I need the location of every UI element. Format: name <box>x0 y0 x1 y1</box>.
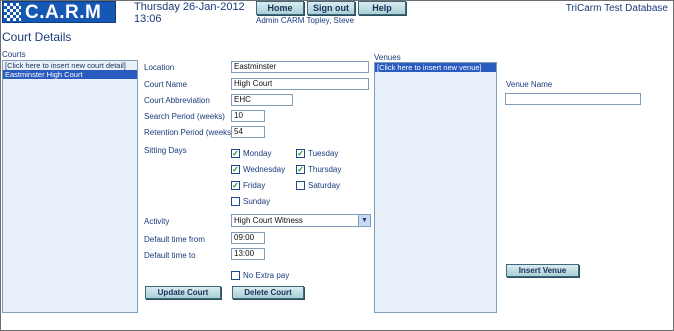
update-court-button[interactable]: Update Court <box>145 286 221 299</box>
monday-checkbox-row[interactable]: ✓ Monday <box>231 149 271 158</box>
check-icon: ✓ <box>232 164 239 174</box>
saturday-checkbox-row[interactable]: Saturday <box>296 181 340 190</box>
wednesday-checkbox-row[interactable]: ✓ Wednesday <box>231 165 285 174</box>
courts-listbox[interactable]: [Click here to insert new court detail] … <box>2 60 138 313</box>
court-name-label: Court Name <box>144 80 188 89</box>
tuesday-checkbox[interactable]: ✓ <box>296 149 305 158</box>
sitting-days-label: Sitting Days <box>144 146 187 155</box>
location-input[interactable]: Eastminster <box>231 61 369 73</box>
list-item[interactable]: [Click here to insert new court detail] <box>3 61 137 70</box>
no-extra-pay-label: No Extra pay <box>243 271 290 280</box>
activity-selected-value: High Court Witness <box>234 216 303 225</box>
logo-wordmark: C.A.R.M <box>25 2 102 23</box>
default-time-to-input[interactable]: 13:00 <box>231 248 265 260</box>
no-extra-pay-checkbox[interactable] <box>231 271 240 280</box>
insert-venue-button[interactable]: Insert Venue <box>506 264 579 277</box>
monday-label: Monday <box>243 149 272 158</box>
list-item[interactable]: Eastminster High Court <box>3 70 137 79</box>
check-icon: ✓ <box>297 164 304 174</box>
thursday-label: Thursday <box>308 165 342 174</box>
page-title: Court Details <box>2 30 72 44</box>
monday-checkbox[interactable]: ✓ <box>231 149 240 158</box>
delete-court-button[interactable]: Delete Court <box>232 286 304 299</box>
venue-name-input[interactable] <box>505 93 641 105</box>
list-item[interactable]: [Click here to insert new venue] <box>375 63 496 72</box>
wednesday-label: Wednesday <box>243 165 286 174</box>
sunday-checkbox[interactable] <box>231 197 240 206</box>
friday-label: Friday <box>243 181 266 190</box>
location-label: Location <box>144 63 175 72</box>
activity-label: Activity <box>144 217 170 226</box>
search-period-input[interactable]: 10 <box>231 110 265 122</box>
database-name: TriCarm Test Database <box>565 3 668 14</box>
thursday-checkbox[interactable]: ✓ <box>296 165 305 174</box>
carm-logo: C.A.R.M <box>2 1 116 23</box>
court-name-input[interactable]: High Court <box>231 78 369 90</box>
check-icon: ✓ <box>297 148 304 158</box>
home-button[interactable]: Home <box>256 1 304 15</box>
default-time-to-label: Default time to <box>144 251 196 260</box>
saturday-checkbox[interactable] <box>296 181 305 190</box>
thursday-checkbox-row[interactable]: ✓ Thursday <box>296 165 341 174</box>
current-time: 13:06 <box>134 13 162 25</box>
sunday-label: Sunday <box>243 197 271 206</box>
venues-listbox[interactable]: [Click here to insert new venue] <box>374 62 497 313</box>
default-time-from-input[interactable]: 09:00 <box>231 232 265 244</box>
venues-label: Venues <box>374 53 401 62</box>
court-abbreviation-label: Court Abbreviation <box>144 96 210 105</box>
venue-name-label: Venue Name <box>506 80 553 89</box>
tuesday-label: Tuesday <box>308 149 339 158</box>
check-icon: ✓ <box>232 148 239 158</box>
friday-checkbox[interactable]: ✓ <box>231 181 240 190</box>
court-abbreviation-input[interactable]: EHC <box>231 94 293 106</box>
current-date: Thursday 26-Jan-2012 <box>134 1 245 13</box>
sign-out-button[interactable]: Sign out <box>307 1 355 15</box>
search-period-label: Search Period (weeks) <box>144 112 225 121</box>
tuesday-checkbox-row[interactable]: ✓ Tuesday <box>296 149 338 158</box>
user-name: Admin CARM Topley, Steve <box>256 16 354 25</box>
retention-period-input[interactable]: 54 <box>231 126 265 138</box>
no-extra-pay-row[interactable]: No Extra pay <box>231 271 289 280</box>
activity-select[interactable]: High Court Witness ▼ <box>231 214 371 227</box>
retention-period-label: Retention Period (weeks) <box>144 128 234 137</box>
date-time: Thursday 26-Jan-2012 13:06 <box>134 1 245 25</box>
chevron-down-icon[interactable]: ▼ <box>358 215 370 226</box>
wednesday-checkbox[interactable]: ✓ <box>231 165 240 174</box>
checkered-flag-icon <box>4 3 21 21</box>
friday-checkbox-row[interactable]: ✓ Friday <box>231 181 265 190</box>
default-time-from-label: Default time from <box>144 235 205 244</box>
help-button[interactable]: Help <box>358 1 406 15</box>
courts-label: Courts <box>2 50 26 59</box>
saturday-label: Saturday <box>308 181 341 190</box>
check-icon: ✓ <box>232 180 239 190</box>
sunday-checkbox-row[interactable]: Sunday <box>231 197 270 206</box>
